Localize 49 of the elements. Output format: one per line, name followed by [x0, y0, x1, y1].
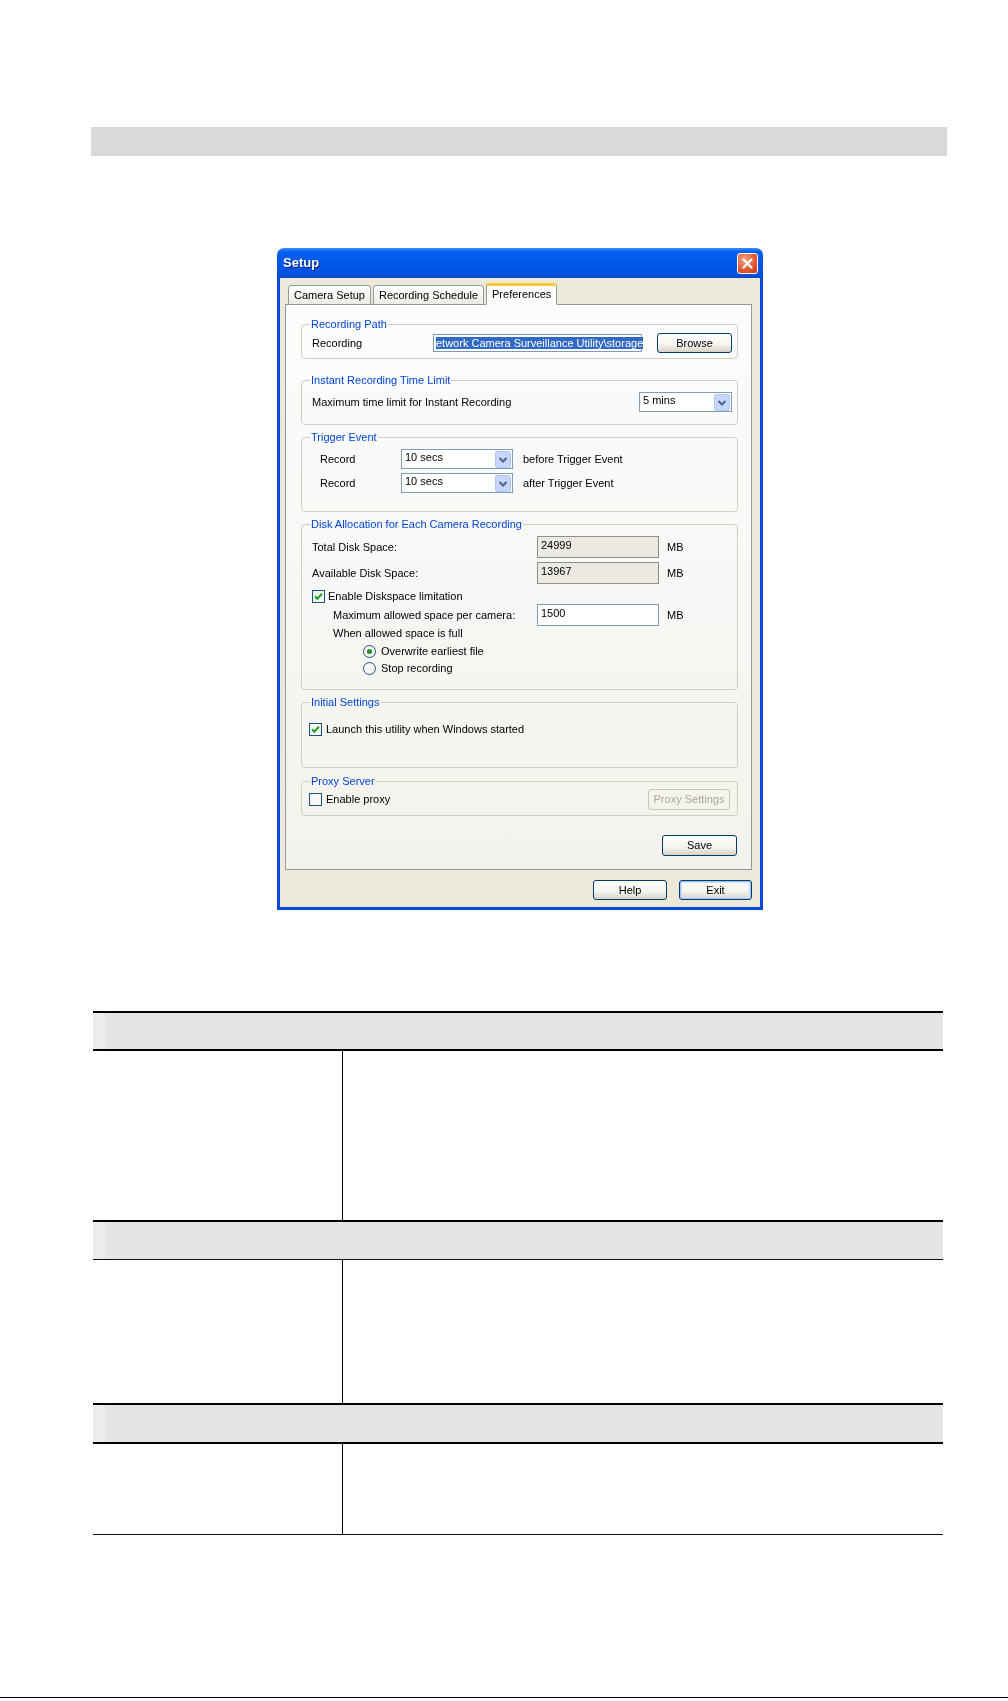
- space-limit-field[interactable]: 1500: [537, 604, 659, 626]
- radio-label: Stop recording: [381, 661, 453, 675]
- group-title: Recording Path: [310, 318, 388, 331]
- group-title: Proxy Server: [310, 775, 376, 788]
- chevron-down-icon: [495, 450, 511, 468]
- field-label: Record: [320, 476, 356, 489]
- checkbox-label: Launch this utility when Windows started: [326, 722, 525, 736]
- field-label: before Trigger Event: [523, 452, 623, 466]
- close-button[interactable]: [737, 252, 758, 274]
- disk-space-field[interactable]: 13967: [537, 562, 659, 584]
- close-icon: [742, 257, 753, 269]
- dialog-button[interactable]: Help: [593, 880, 667, 900]
- group-title: Disk Allocation for Each Camera Recording: [310, 518, 523, 531]
- checkbox-label: Enable Diskspace limitation: [328, 589, 463, 603]
- field-label: Recording: [312, 336, 363, 349]
- browse-button[interactable]: Browse: [657, 333, 732, 353]
- window-title: Setup: [283, 255, 320, 271]
- unit-label: MB: [667, 608, 684, 622]
- dialog-button[interactable]: Exit: [679, 880, 752, 900]
- checkbox-label: Enable proxy: [326, 792, 391, 806]
- radio-button[interactable]: [363, 661, 376, 675]
- path-field[interactable]: etwork Camera Surveillance Utility\storage: [433, 334, 642, 352]
- field-label: Record: [320, 452, 356, 465]
- radio-label: Overwrite earliest file: [381, 644, 484, 658]
- field-label: Total Disk Space:: [312, 540, 397, 553]
- checkbox[interactable]: [312, 589, 325, 603]
- unit-label: MB: [667, 540, 684, 554]
- field-label: after Trigger Event: [523, 476, 614, 490]
- tab[interactable]: Preferences: [486, 283, 558, 305]
- chevron-down-icon: [495, 474, 511, 492]
- disk-space-field[interactable]: 24999: [537, 536, 659, 558]
- save-button[interactable]: Save: [662, 835, 737, 856]
- field-label: When allowed space is full: [333, 627, 463, 640]
- field-label: Maximum allowed space per camera:: [333, 608, 516, 621]
- group-title: Instant Recording Time Limit: [310, 374, 452, 387]
- group-title: Trigger Event: [310, 431, 378, 444]
- duration-dropdown[interactable]: 5 mins: [639, 392, 732, 412]
- checkbox[interactable]: [309, 722, 322, 736]
- duration-dropdown[interactable]: 10 secs: [401, 449, 513, 469]
- chevron-down-icon: [714, 393, 730, 411]
- unit-label: MB: [667, 566, 684, 580]
- field-label: Available Disk Space:: [312, 566, 419, 579]
- field-label: Maximum time limit for Instant Recording: [312, 395, 512, 409]
- tab[interactable]: Recording Schedule: [372, 285, 484, 305]
- duration-dropdown[interactable]: 10 secs: [401, 473, 513, 493]
- checkbox[interactable]: [309, 792, 322, 806]
- radio-button[interactable]: [363, 644, 376, 658]
- tab[interactable]: Camera Setup: [288, 285, 371, 305]
- group-title: Initial Settings: [310, 696, 381, 709]
